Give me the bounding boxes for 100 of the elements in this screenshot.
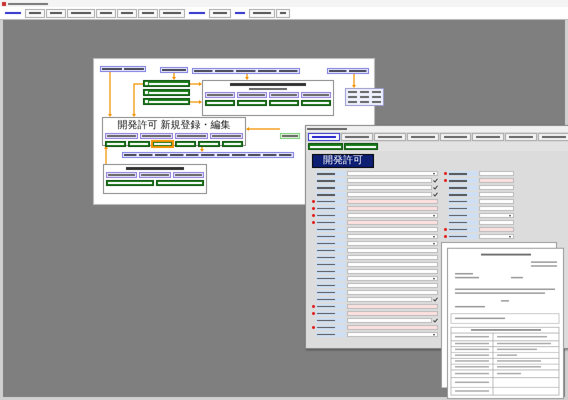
text-field[interactable] — [347, 178, 432, 184]
tab[interactable] — [472, 133, 504, 141]
action-button[interactable] — [143, 89, 190, 96]
text-field[interactable] — [347, 310, 438, 316]
dropdown-field[interactable] — [347, 241, 438, 246]
text-field[interactable] — [347, 206, 438, 212]
menu-button[interactable] — [117, 8, 137, 18]
field-label — [448, 171, 478, 176]
text-field[interactable] — [347, 304, 438, 309]
field-label — [316, 318, 346, 323]
flow-button-row[interactable] — [192, 68, 300, 74]
dropdown-field[interactable] — [479, 234, 514, 240]
menu-button[interactable] — [46, 8, 66, 18]
small-button[interactable] — [139, 172, 171, 178]
action-button[interactable] — [269, 100, 299, 106]
text-field[interactable] — [347, 269, 438, 274]
dropdown-field[interactable] — [347, 171, 438, 176]
small-button[interactable] — [106, 172, 138, 178]
flow-button[interactable] — [160, 67, 188, 73]
action-button[interactable] — [143, 98, 190, 105]
text-field[interactable] — [479, 185, 514, 190]
year-grid[interactable] — [345, 88, 384, 106]
text-field[interactable] — [347, 199, 438, 204]
field-label — [316, 171, 346, 176]
action-button[interactable] — [344, 143, 378, 150]
action-button[interactable] — [308, 143, 342, 150]
field-label — [448, 220, 478, 226]
field-label — [448, 213, 478, 218]
text-field[interactable] — [347, 297, 432, 302]
field-label — [316, 332, 346, 337]
dropdown-field[interactable] — [347, 332, 438, 337]
action-button[interactable] — [156, 180, 204, 186]
tab[interactable] — [538, 133, 568, 141]
tab[interactable] — [440, 133, 472, 141]
action-button[interactable] — [301, 100, 331, 106]
small-button[interactable] — [301, 92, 331, 98]
text-field[interactable] — [479, 220, 514, 226]
action-button[interactable] — [152, 141, 173, 147]
text-field[interactable] — [347, 192, 432, 198]
action-button[interactable] — [143, 80, 190, 87]
flow-button[interactable] — [100, 66, 146, 72]
field-label — [316, 290, 346, 296]
flow-button-row[interactable] — [327, 68, 369, 74]
tab[interactable] — [406, 133, 438, 141]
text-field[interactable] — [347, 318, 432, 323]
small-button[interactable] — [175, 133, 208, 139]
connector-arrow — [352, 74, 356, 88]
field-label — [448, 185, 478, 190]
menu-button[interactable] — [67, 8, 95, 18]
checkmark-icon — [433, 297, 438, 302]
menu-button[interactable] — [209, 8, 231, 18]
action-button[interactable] — [106, 180, 154, 186]
text-field[interactable] — [347, 248, 438, 254]
action-button[interactable] — [174, 141, 196, 147]
small-button[interactable] — [237, 92, 267, 98]
dropdown-field[interactable] — [347, 213, 438, 218]
text-field[interactable] — [347, 324, 438, 330]
menu-button[interactable] — [96, 8, 116, 18]
action-button[interactable] — [222, 141, 243, 147]
text-field[interactable] — [479, 227, 514, 232]
action-button[interactable] — [105, 141, 126, 147]
menu-button[interactable] — [249, 8, 275, 18]
action-button[interactable] — [205, 100, 235, 106]
menu-button[interactable] — [159, 8, 185, 18]
tab[interactable] — [505, 133, 538, 141]
menu-button[interactable] — [276, 8, 290, 18]
small-button[interactable] — [105, 133, 138, 139]
action-button[interactable] — [198, 141, 220, 147]
action-button[interactable] — [128, 141, 150, 147]
text-field[interactable] — [479, 171, 514, 176]
action-button[interactable] — [237, 100, 267, 106]
tab[interactable] — [340, 133, 373, 141]
text-field[interactable] — [347, 185, 432, 190]
tab-button-row[interactable] — [122, 152, 294, 158]
small-button[interactable] — [210, 133, 243, 139]
text-field[interactable] — [347, 255, 438, 260]
text-field[interactable] — [479, 178, 514, 184]
text-field[interactable] — [347, 227, 438, 232]
dropdown-field[interactable] — [347, 276, 438, 282]
field-label — [316, 276, 346, 282]
dropdown-field[interactable] — [347, 234, 438, 240]
text-field[interactable] — [347, 220, 438, 226]
small-button[interactable] — [205, 92, 235, 98]
text-field[interactable] — [347, 262, 438, 268]
small-button[interactable] — [269, 92, 299, 98]
tab[interactable] — [308, 133, 340, 141]
dropdown-field[interactable] — [479, 213, 514, 218]
move-button[interactable] — [280, 133, 300, 139]
text-field[interactable] — [479, 206, 514, 212]
small-button[interactable] — [172, 172, 204, 178]
small-button[interactable] — [140, 133, 173, 139]
tab[interactable] — [374, 133, 406, 141]
field-label — [316, 192, 346, 198]
text-field[interactable] — [479, 199, 514, 204]
menu-button[interactable] — [25, 8, 45, 18]
menu-button[interactable] — [138, 8, 158, 18]
text-field[interactable] — [347, 283, 438, 288]
text-field[interactable] — [479, 192, 514, 198]
field-label — [316, 262, 346, 268]
text-field[interactable] — [347, 290, 438, 296]
